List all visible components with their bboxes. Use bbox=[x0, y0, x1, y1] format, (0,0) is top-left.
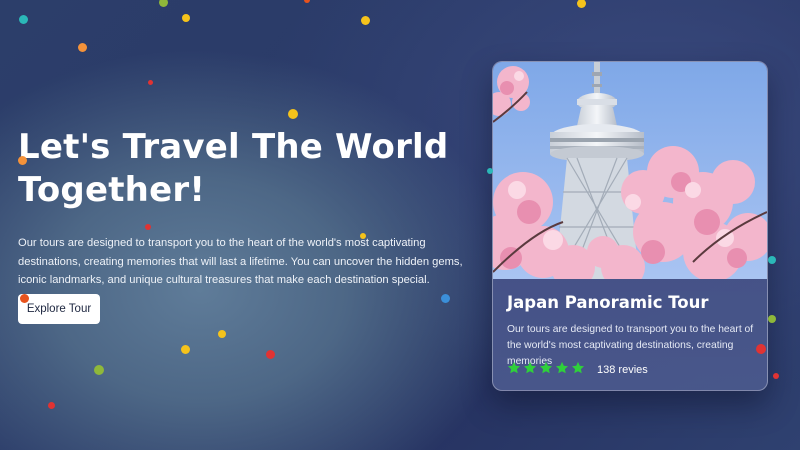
confetti-dot bbox=[180, 344, 190, 354]
confetti-dot bbox=[145, 224, 151, 230]
confetti-dot bbox=[18, 14, 28, 24]
explore-tour-button[interactable]: Explore Tour bbox=[18, 294, 100, 324]
page: { "hero": { "title": "Let's Travel The W… bbox=[0, 0, 800, 450]
star-icon bbox=[523, 361, 537, 374]
tour-photo bbox=[493, 62, 767, 279]
star-icon bbox=[539, 361, 553, 374]
hero-section: Let's Travel The World Together! Our tou… bbox=[18, 126, 468, 290]
confetti-dot bbox=[576, 0, 586, 8]
review-count: 138 revies bbox=[597, 363, 648, 376]
confetti-dot bbox=[19, 293, 29, 303]
confetti-dot bbox=[158, 0, 168, 7]
tour-card-body: Japan Panoramic Tour Our tours are desig… bbox=[507, 292, 757, 370]
star-rating bbox=[507, 360, 587, 379]
confetti-dot bbox=[768, 315, 776, 323]
confetti-dot bbox=[218, 330, 226, 338]
confetti-dot bbox=[17, 155, 27, 165]
confetti-dot bbox=[288, 109, 298, 119]
tour-title: Japan Panoramic Tour bbox=[507, 293, 709, 312]
confetti-dot bbox=[94, 365, 104, 375]
confetti-dot bbox=[756, 344, 766, 354]
confetti-dot bbox=[768, 256, 776, 264]
confetti-dot bbox=[360, 15, 370, 25]
hero-title: Let's Travel The World Together! bbox=[18, 127, 449, 210]
star-icon bbox=[571, 361, 585, 374]
confetti-dot bbox=[265, 349, 275, 359]
star-icon bbox=[555, 361, 569, 374]
tour-card[interactable]: Japan Panoramic Tour Our tours are desig… bbox=[492, 61, 768, 391]
confetti-dot bbox=[360, 233, 366, 239]
confetti-dot bbox=[182, 14, 190, 22]
confetti-dot bbox=[147, 79, 153, 85]
confetti-dot bbox=[440, 293, 450, 303]
confetti-dot bbox=[47, 401, 55, 409]
star-icon bbox=[507, 361, 521, 374]
confetti-dot bbox=[77, 42, 87, 52]
confetti-dot bbox=[773, 373, 779, 379]
confetti-dot bbox=[487, 168, 493, 174]
hero-description: Our tours are designed to transport you … bbox=[18, 237, 463, 286]
tour-rating: 138 revies bbox=[507, 360, 648, 379]
confetti-dot bbox=[304, 0, 310, 3]
